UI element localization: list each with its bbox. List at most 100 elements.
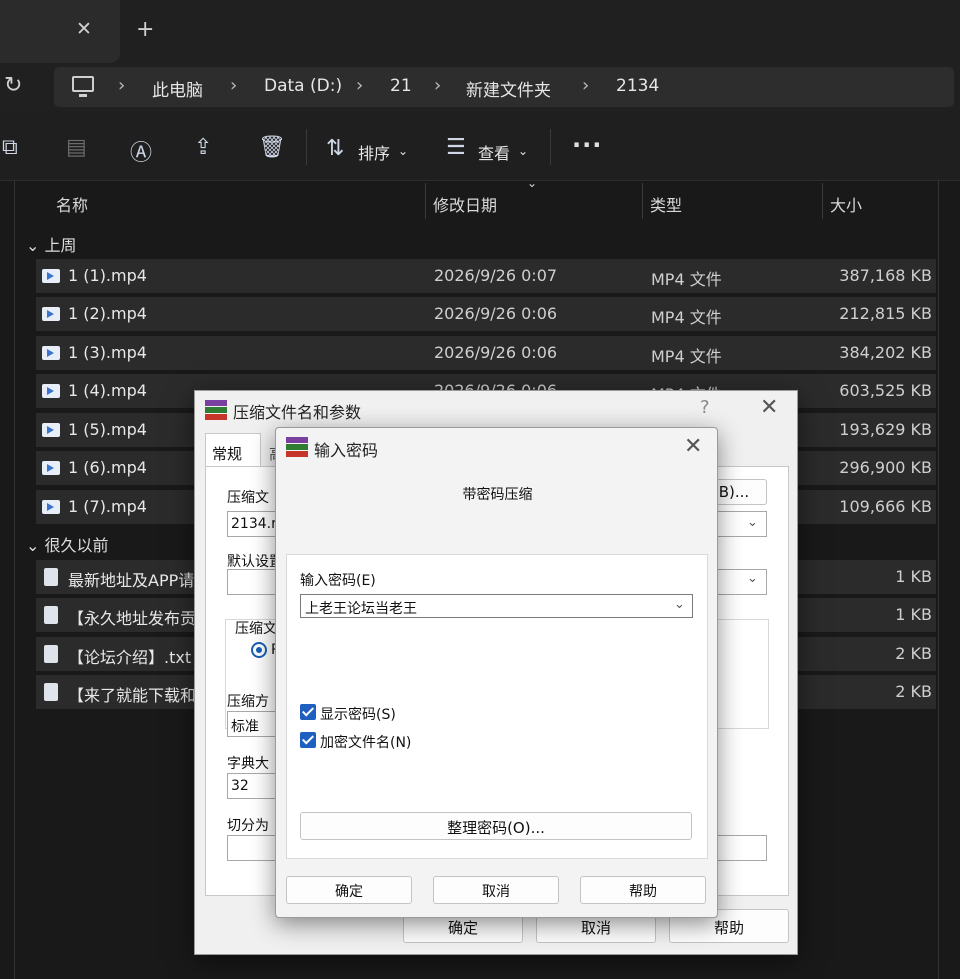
breadcrumb-folder-21[interactable]: 21: [390, 76, 412, 96]
paste-icon[interactable]: ▤: [66, 135, 87, 160]
toolbar-divider: [550, 129, 551, 165]
sort-icon[interactable]: ⇅: [326, 136, 344, 161]
close-icon[interactable]: ✕: [684, 434, 702, 459]
view-icon[interactable]: ☰: [446, 135, 466, 160]
encrypt-filenames-label[interactable]: 加密文件名(N): [320, 732, 411, 752]
file-name: 1 (2).mp4: [68, 304, 147, 323]
delete-icon[interactable]: 🗑: [258, 135, 286, 160]
share-icon[interactable]: ⇪: [194, 135, 212, 160]
help-button[interactable]: 帮助: [580, 876, 706, 904]
file-name: 【论坛介绍】.txt: [68, 648, 192, 667]
chevron-down-icon[interactable]: ⌄: [674, 597, 685, 612]
group-header-long-ago[interactable]: ⌄ 很久以前: [26, 532, 109, 556]
column-header-type[interactable]: 类型: [650, 192, 682, 216]
show-password-label[interactable]: 显示密码(S): [320, 704, 396, 724]
video-file-icon: [42, 269, 60, 283]
file-name: 最新地址及APP请: [68, 571, 195, 590]
format-label: 压缩文: [235, 621, 277, 637]
chevron-right-icon[interactable]: ›: [582, 75, 589, 96]
address-bar[interactable]: › 此电脑 › Data (D:) › 21 › 新建文件夹 › 2134: [54, 67, 954, 107]
file-row[interactable]: 1 (1).mp4 2026/9/26 0:07 MP4 文件 387,168 …: [36, 259, 936, 293]
group-header-last-week[interactable]: ⌄ 上周: [26, 232, 77, 256]
chevron-right-icon[interactable]: ›: [118, 75, 125, 96]
command-toolbar: ⧉ ▤ Ⓐ ⇪ 🗑 ⇅ 排序 ⌄ ☰ 查看 ⌄ ···: [0, 111, 960, 181]
refresh-icon[interactable]: ↻: [4, 73, 22, 98]
chevron-right-icon[interactable]: ›: [356, 75, 363, 96]
column-header-name[interactable]: 名称: [56, 192, 88, 216]
rar-format-radio[interactable]: [251, 642, 267, 658]
file-name: 【来了就能下载和: [68, 686, 197, 705]
help-icon[interactable]: ?: [700, 397, 710, 418]
password-label: 输入密码(E): [300, 573, 376, 589]
video-file-icon: [42, 384, 60, 398]
chevron-down-icon[interactable]: ⌄: [747, 571, 758, 586]
text-file-icon: [44, 683, 58, 701]
sort-button[interactable]: 排序: [358, 140, 390, 164]
file-type: MP4 文件: [651, 347, 722, 366]
file-size: 1 KB: [895, 567, 932, 586]
chevron-right-icon[interactable]: ›: [434, 75, 441, 96]
pane-border: [938, 181, 939, 979]
organize-passwords-button[interactable]: 整理密码(O)...: [300, 812, 692, 840]
file-name: 【永久地址发布贡: [68, 609, 197, 628]
video-file-icon: [42, 423, 60, 437]
file-size: 109,666 KB: [839, 497, 932, 516]
file-size: 603,525 KB: [839, 381, 932, 400]
chevron-down-icon[interactable]: ⌄: [747, 515, 758, 530]
copy-icon[interactable]: ⧉: [2, 135, 18, 160]
dialog-heading: 带密码压缩: [462, 487, 533, 503]
file-size: 2 KB: [895, 644, 932, 663]
column-separator[interactable]: [425, 183, 426, 219]
view-button[interactable]: 查看: [478, 140, 510, 164]
file-size: 384,202 KB: [839, 343, 932, 362]
column-header-modified[interactable]: 修改日期: [433, 192, 497, 216]
column-separator[interactable]: [642, 183, 643, 219]
file-name: 1 (5).mp4: [68, 420, 147, 439]
split-label: 切分为: [227, 818, 269, 834]
text-file-icon: [44, 606, 58, 624]
show-password-checkbox[interactable]: [300, 704, 316, 720]
computer-icon: [72, 76, 94, 97]
more-options-icon[interactable]: ···: [572, 131, 602, 159]
cancel-button[interactable]: 取消: [433, 876, 559, 904]
file-name: 1 (3).mp4: [68, 343, 147, 362]
tab-bar: ✕ +: [0, 0, 960, 63]
breadcrumb-drive[interactable]: Data (D:): [264, 76, 342, 96]
dialog-title: 压缩文件名和参数: [233, 403, 362, 422]
file-date: 2026/9/26 0:06: [434, 304, 558, 323]
toolbar-divider: [306, 129, 307, 165]
column-separator[interactable]: [822, 183, 823, 219]
file-date: 2026/9/26 0:07: [434, 266, 558, 285]
new-tab-icon[interactable]: +: [136, 17, 154, 42]
chevron-down-icon[interactable]: ⌄: [518, 144, 528, 158]
rename-icon[interactable]: Ⓐ: [130, 135, 152, 167]
close-icon[interactable]: ✕: [760, 395, 778, 420]
password-dialog: 输入密码 ✕ 带密码压缩 输入密码(E) 上老王论坛当老王 ⌄ 显示密码(S) …: [275, 427, 718, 918]
breadcrumb-current[interactable]: 2134: [616, 76, 659, 96]
group-label: 很久以前: [44, 536, 109, 555]
winrar-icon: [286, 437, 308, 457]
group-label: 上周: [44, 236, 77, 255]
close-tab-icon[interactable]: ✕: [76, 18, 92, 40]
chevron-right-icon[interactable]: ›: [230, 75, 237, 96]
file-row[interactable]: 1 (2).mp4 2026/9/26 0:06 MP4 文件 212,815 …: [36, 297, 936, 331]
archive-name-label: 压缩文: [227, 490, 269, 506]
column-header-size[interactable]: 大小: [830, 192, 862, 216]
password-input[interactable]: 上老王论坛当老王: [300, 594, 693, 618]
encrypt-filenames-checkbox[interactable]: [300, 732, 316, 748]
dictionary-label: 字典大: [227, 756, 269, 772]
file-row[interactable]: 1 (3).mp4 2026/9/26 0:06 MP4 文件 384,202 …: [36, 336, 936, 370]
file-date: 2026/9/26 0:06: [434, 343, 558, 362]
video-file-icon: [42, 461, 60, 475]
breadcrumb-this-pc[interactable]: 此电脑: [152, 76, 203, 101]
dialog-title: 输入密码: [314, 441, 379, 460]
chevron-down-icon[interactable]: ⌄: [398, 144, 408, 158]
tab-general-label: 常规: [212, 445, 243, 463]
breadcrumb-new-folder[interactable]: 新建文件夹: [466, 76, 551, 101]
video-file-icon: [42, 307, 60, 321]
file-size: 1 KB: [895, 605, 932, 624]
explorer-tab[interactable]: ✕: [0, 0, 120, 63]
file-name: 1 (1).mp4: [68, 266, 147, 285]
ok-button[interactable]: 确定: [286, 876, 412, 904]
video-file-icon: [42, 346, 60, 360]
